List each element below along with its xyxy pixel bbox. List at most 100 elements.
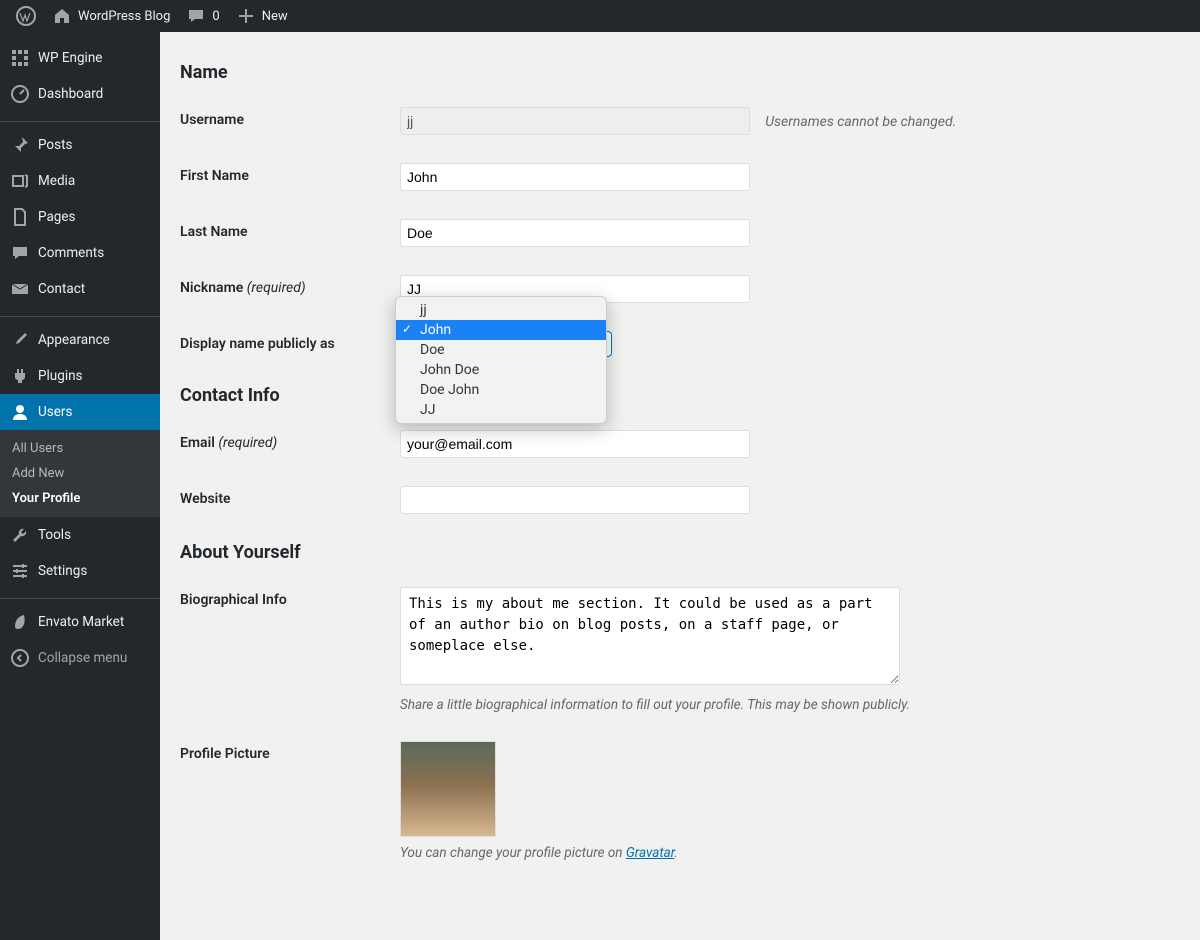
collapse-icon bbox=[10, 648, 30, 668]
new-link[interactable]: New bbox=[228, 0, 296, 32]
check-icon: ✓ bbox=[402, 322, 412, 336]
dd-option-john[interactable]: ✓John bbox=[396, 320, 606, 340]
menu-label: Appearance bbox=[38, 332, 110, 348]
dd-option-doe[interactable]: Doe bbox=[396, 340, 606, 360]
menu-label: Comments bbox=[38, 245, 104, 261]
new-label: New bbox=[262, 9, 288, 24]
menu-posts[interactable]: Posts bbox=[0, 127, 160, 163]
menu-envato[interactable]: Envato Market bbox=[0, 604, 160, 640]
main-content: Name Username Usernames cannot be change… bbox=[160, 32, 1200, 940]
avatar bbox=[400, 741, 496, 837]
admin-sidebar: WP Engine Dashboard Posts Media Pages Co… bbox=[0, 32, 160, 940]
bio-textarea[interactable] bbox=[400, 587, 900, 685]
section-heading-contact: Contact Info bbox=[180, 385, 1180, 406]
lastname-field[interactable] bbox=[400, 219, 750, 247]
wordpress-icon bbox=[16, 6, 36, 26]
label-bio: Biographical Info bbox=[180, 587, 400, 608]
submenu-users: All Users Add New Your Profile bbox=[0, 430, 160, 517]
submenu-add-new[interactable]: Add New bbox=[0, 461, 160, 486]
site-title: WordPress Blog bbox=[78, 9, 170, 24]
label-website: Website bbox=[180, 486, 400, 507]
home-icon bbox=[52, 6, 72, 26]
row-display-name: Display name publicly as John jj ✓John D… bbox=[180, 331, 1180, 357]
label-firstname: First Name bbox=[180, 163, 400, 184]
label-lastname: Last Name bbox=[180, 219, 400, 240]
menu-label: Pages bbox=[38, 209, 76, 225]
label-profile-picture: Profile Picture bbox=[180, 741, 400, 762]
row-email: Email (required) bbox=[180, 430, 1180, 458]
picture-hint: You can change your profile picture on G… bbox=[400, 845, 1180, 861]
wrench-icon bbox=[10, 525, 30, 545]
wpengine-icon bbox=[10, 48, 30, 68]
dd-option-doe-john[interactable]: Doe John bbox=[396, 380, 606, 400]
collapse-menu[interactable]: Collapse menu bbox=[0, 640, 160, 676]
menu-label: Posts bbox=[38, 137, 72, 153]
wp-logo-menu[interactable] bbox=[8, 0, 44, 32]
plug-icon bbox=[10, 366, 30, 386]
menu-appearance[interactable]: Appearance bbox=[0, 322, 160, 358]
dd-option-john-doe[interactable]: John Doe bbox=[396, 360, 606, 380]
email-field[interactable] bbox=[400, 430, 750, 458]
dd-option-jj[interactable]: jj bbox=[396, 300, 606, 320]
row-username: Username Usernames cannot be changed. bbox=[180, 107, 1180, 135]
menu-label: Tools bbox=[38, 527, 71, 543]
label-email: Email (required) bbox=[180, 430, 400, 451]
comments-count: 0 bbox=[212, 9, 219, 24]
plus-icon bbox=[236, 6, 256, 26]
media-icon bbox=[10, 171, 30, 191]
menu-media[interactable]: Media bbox=[0, 163, 160, 199]
admin-bar: WordPress Blog 0 New bbox=[0, 0, 1200, 32]
settings-icon bbox=[10, 561, 30, 581]
menu-label: Media bbox=[38, 173, 75, 189]
menu-comments[interactable]: Comments bbox=[0, 235, 160, 271]
user-icon bbox=[10, 402, 30, 422]
username-field bbox=[400, 107, 750, 135]
menu-label: Envato Market bbox=[38, 614, 124, 630]
row-profile-picture: Profile Picture You can change your prof… bbox=[180, 741, 1180, 861]
menu-tools[interactable]: Tools bbox=[0, 517, 160, 553]
row-lastname: Last Name bbox=[180, 219, 1180, 247]
bio-hint: Share a little biographical information … bbox=[400, 697, 1180, 713]
menu-settings[interactable]: Settings bbox=[0, 553, 160, 589]
menu-label: Users bbox=[38, 404, 72, 420]
firstname-field[interactable] bbox=[400, 163, 750, 191]
comments-link[interactable]: 0 bbox=[178, 0, 227, 32]
website-field[interactable] bbox=[400, 486, 750, 514]
menu-plugins[interactable]: Plugins bbox=[0, 358, 160, 394]
display-name-dropdown: jj ✓John Doe John Doe Doe John JJ bbox=[395, 296, 607, 424]
section-heading-about: About Yourself bbox=[180, 542, 1180, 563]
mail-icon bbox=[10, 279, 30, 299]
menu-label: Dashboard bbox=[38, 86, 103, 102]
menu-wpengine[interactable]: WP Engine bbox=[0, 40, 160, 76]
dd-option-jj-nick[interactable]: JJ bbox=[396, 400, 606, 420]
submenu-your-profile[interactable]: Your Profile bbox=[0, 486, 160, 511]
row-bio: Biographical Info Share a little biograp… bbox=[180, 587, 1180, 713]
username-hint: Usernames cannot be changed. bbox=[765, 114, 956, 130]
menu-label: WP Engine bbox=[38, 50, 102, 66]
row-firstname: First Name bbox=[180, 163, 1180, 191]
submenu-all-users[interactable]: All Users bbox=[0, 436, 160, 461]
pin-icon bbox=[10, 135, 30, 155]
menu-label: Contact bbox=[38, 281, 85, 297]
label-username: Username bbox=[180, 107, 400, 128]
menu-users[interactable]: Users bbox=[0, 394, 160, 430]
comment-icon bbox=[186, 6, 206, 26]
row-website: Website bbox=[180, 486, 1180, 514]
comments-icon bbox=[10, 243, 30, 263]
page-icon bbox=[10, 207, 30, 227]
menu-label: Settings bbox=[38, 563, 87, 579]
label-nickname: Nickname (required) bbox=[180, 275, 400, 296]
menu-label: Plugins bbox=[38, 368, 83, 384]
collapse-label: Collapse menu bbox=[38, 650, 127, 666]
brush-icon bbox=[10, 330, 30, 350]
envato-icon bbox=[10, 612, 30, 632]
menu-contact[interactable]: Contact bbox=[0, 271, 160, 307]
dashboard-icon bbox=[10, 84, 30, 104]
row-nickname: Nickname (required) bbox=[180, 275, 1180, 303]
section-heading-name: Name bbox=[180, 62, 1180, 83]
site-link[interactable]: WordPress Blog bbox=[44, 0, 178, 32]
label-display-name: Display name publicly as bbox=[180, 331, 400, 352]
menu-dashboard[interactable]: Dashboard bbox=[0, 76, 160, 112]
menu-pages[interactable]: Pages bbox=[0, 199, 160, 235]
gravatar-link[interactable]: Gravatar bbox=[626, 845, 675, 861]
